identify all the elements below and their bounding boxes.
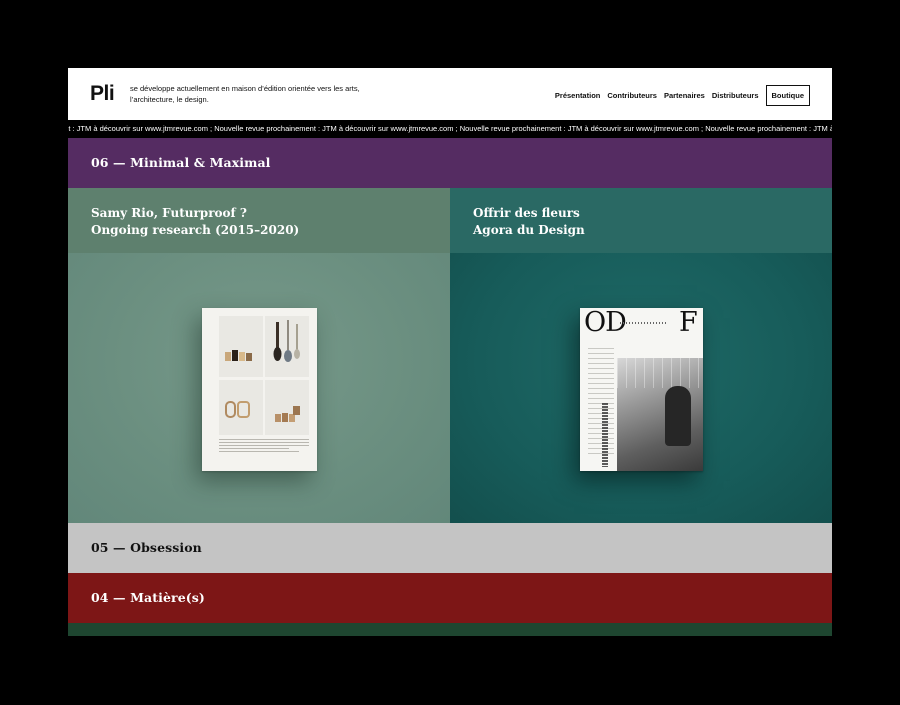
shop-button[interactable]: Boutique <box>765 85 810 106</box>
project-card-offrir-des-fleurs[interactable]: Offrir des fleurs Agora du Design OD F <box>450 188 832 523</box>
book-photo-cell <box>265 380 309 435</box>
book-photo-cell <box>265 316 309 377</box>
project-title-line2: Ongoing research (2015–2020) <box>91 223 300 237</box>
book-text-line <box>219 439 309 440</box>
book-image: OD F <box>580 308 703 471</box>
book-text-line <box>219 451 299 452</box>
pli-logo[interactable]: Pli <box>90 82 115 106</box>
greenhouse-glass <box>617 358 703 388</box>
main-nav: Présentation Contributeurs Partenaires D… <box>555 85 810 106</box>
ticker-text[interactable]: ent : JTM à découvrir sur www.jtmrevue.c… <box>68 124 832 133</box>
cover-text-column <box>588 348 614 458</box>
cover-letter-f: F <box>679 308 698 338</box>
project-photo: OD F <box>450 253 832 523</box>
nav-partners[interactable]: Partenaires <box>664 91 705 100</box>
site-frame: Pli se développe actuellement en maison … <box>68 68 832 636</box>
project-title-line2: Agora du Design <box>473 223 585 237</box>
issue-03-band[interactable] <box>68 623 832 636</box>
news-ticker: ent : JTM à découvrir sur www.jtmrevue.c… <box>68 120 832 138</box>
project-title-bar: Samy Rio, Futurproof ? Ongoing research … <box>68 188 450 253</box>
project-title: Samy Rio, Futurproof ? Ongoing research … <box>91 205 299 239</box>
nav-contributors[interactable]: Contributeurs <box>607 91 657 100</box>
issue-05-title: 05 — Obsession <box>91 540 202 555</box>
cover-vertical-text <box>602 403 608 467</box>
issue-04-title: 04 — Matière(s) <box>91 590 205 605</box>
book-text-line <box>219 445 309 446</box>
issue-06-band[interactable]: 06 — Minimal & Maximal <box>68 138 832 188</box>
book-text-line <box>219 448 289 449</box>
cover-photo <box>617 358 703 471</box>
nav-distributors[interactable]: Distributeurs <box>712 91 759 100</box>
project-photo <box>68 253 450 523</box>
book-photo-cell <box>219 380 263 435</box>
project-title: Offrir des fleurs Agora du Design <box>473 205 585 239</box>
project-title-bar: Offrir des fleurs Agora du Design <box>450 188 832 253</box>
project-title-line1: Offrir des fleurs <box>473 206 580 220</box>
project-title-line1: Samy Rio, Futurproof ? <box>91 206 247 220</box>
book-image <box>202 308 317 471</box>
book-photo-cell <box>219 316 263 377</box>
project-card-samy-rio[interactable]: Samy Rio, Futurproof ? Ongoing research … <box>68 188 450 523</box>
nav-presentation[interactable]: Présentation <box>555 91 600 100</box>
book-text-line <box>219 442 309 443</box>
issue-06-title: 06 — Minimal & Maximal <box>91 155 271 170</box>
issue-05-band[interactable]: 05 — Obsession <box>68 523 832 573</box>
person-figure <box>665 386 691 446</box>
cover-dotted-line <box>620 322 668 324</box>
issue-04-band[interactable]: 04 — Matière(s) <box>68 573 832 623</box>
tagline: se développe actuellement en maison d’éd… <box>130 84 360 104</box>
site-header: Pli se développe actuellement en maison … <box>68 68 832 120</box>
